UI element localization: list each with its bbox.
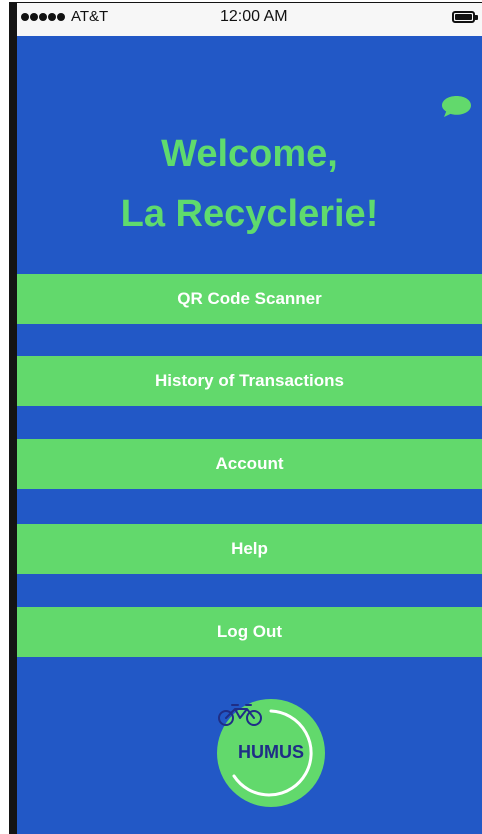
carrier-name: AT&T xyxy=(71,8,109,25)
qr-code-scanner-button[interactable]: QR Code Scanner xyxy=(17,274,482,324)
chat-bubble-icon[interactable] xyxy=(440,94,473,119)
humus-logo: HUMUS xyxy=(217,699,325,807)
transaction-history-button[interactable]: History of Transactions xyxy=(17,356,482,406)
status-bar: AT&T 12:00 AM xyxy=(17,3,482,36)
status-time: 12:00 AM xyxy=(220,8,288,25)
logout-button[interactable]: Log Out xyxy=(17,607,482,657)
logo-text: HUMUS xyxy=(238,742,304,762)
bicycle-icon xyxy=(218,704,262,726)
welcome-heading: Welcome, xyxy=(161,133,338,175)
battery-icon xyxy=(452,11,478,23)
signal-dots-icon xyxy=(21,13,65,21)
phone-screen: AT&T 12:00 AM Welcome, La Recyclerie! QR… xyxy=(9,2,482,834)
organization-name: La Recyclerie! xyxy=(120,193,379,235)
signal-indicator: AT&T xyxy=(21,9,108,25)
account-button[interactable]: Account xyxy=(17,439,482,489)
help-button[interactable]: Help xyxy=(17,524,482,574)
